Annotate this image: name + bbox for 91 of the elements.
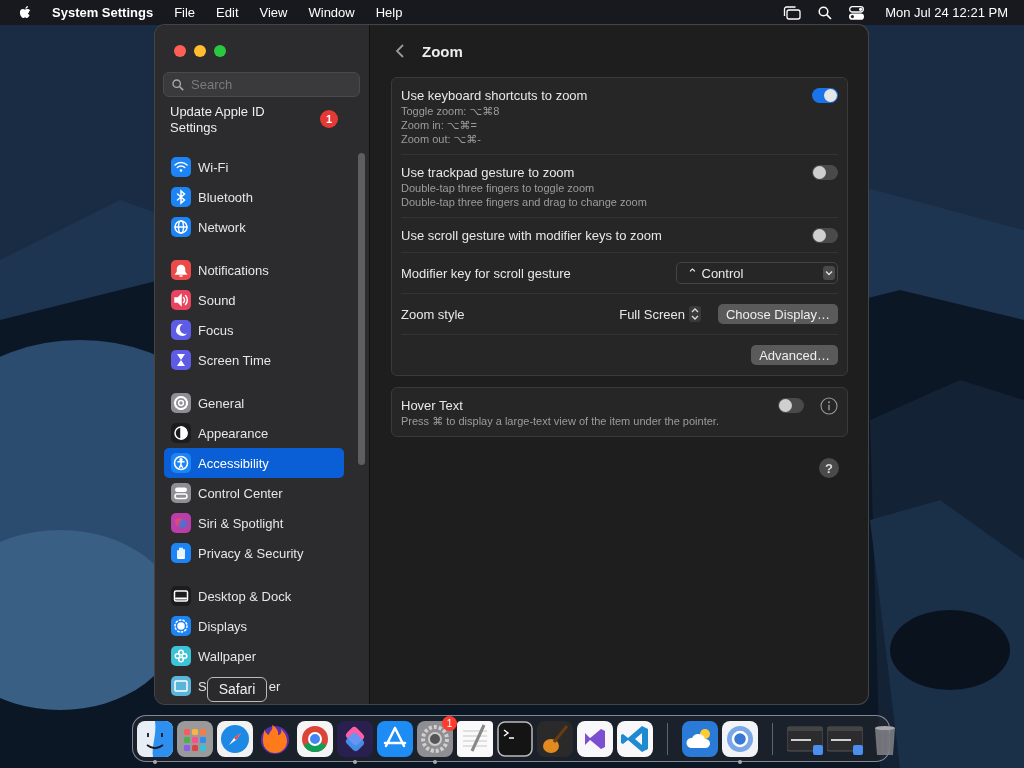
control-center-icon[interactable]: [849, 5, 865, 20]
sun-icon: [171, 616, 191, 636]
face-icon[interactable]: [137, 720, 173, 757]
setting-description: Press ⌘ to display a large-text view of the item under the pointer.: [401, 414, 720, 428]
terminal-icon[interactable]: [497, 720, 533, 757]
app-name-menu[interactable]: System Settings: [52, 5, 154, 20]
notification-badge: 1: [320, 110, 338, 128]
sidebar-item[interactable]: Wallpaper: [164, 641, 344, 671]
sidebar-item[interactable]: Control Center: [164, 478, 344, 508]
tooltip: Safari: [207, 676, 267, 702]
sidebar-item[interactable]: Privacy & Security: [164, 538, 344, 568]
back-icon[interactable]: [395, 44, 405, 58]
scrollbar-thumb[interactable]: [358, 153, 365, 465]
gear-icon: [171, 393, 191, 413]
sidebar-item[interactable]: Screen Time: [164, 345, 344, 375]
setting-description: Toggle zoom: ⌥⌘8: [401, 104, 501, 118]
setting-label: Use scroll gesture with modifier keys to zoom: [401, 227, 663, 244]
menu-item[interactable]: Help: [375, 5, 403, 20]
bluetooth-icon: [171, 187, 191, 207]
search-icon[interactable]: [818, 5, 833, 20]
toggle-switch[interactable]: [812, 228, 838, 243]
globe-icon: [171, 217, 191, 237]
page-title: Zoom: [422, 42, 463, 60]
speaker-icon: [171, 290, 191, 310]
sidebar-item[interactable]: Notifications: [164, 255, 344, 285]
sidebar-item-text[interactable]: er: [268, 678, 281, 694]
sidebar-item[interactable]: General: [164, 388, 344, 418]
clock[interactable]: Mon Jul 24 12:21 PM: [885, 5, 1008, 20]
zoom-button[interactable]: [214, 45, 226, 57]
menu-item[interactable]: File: [174, 5, 196, 20]
code-icon[interactable]: [617, 720, 653, 757]
contrast-icon: [171, 423, 191, 443]
setting-label: Zoom style: [401, 305, 466, 323]
wifi-icon: [171, 157, 191, 177]
sidebar-item[interactable]: Appearance: [164, 418, 344, 448]
sidebar-item[interactable]: Network: [164, 212, 344, 242]
sidebar-item[interactable]: Bluetooth: [164, 182, 344, 212]
setting-label: Use trackpad gesture to zoom: [401, 164, 576, 181]
moon-icon: [171, 320, 191, 340]
toggle-switch[interactable]: [778, 398, 804, 413]
notepad-icon[interactable]: [457, 720, 493, 757]
sidebar-item[interactable]: Wi-Fi: [164, 152, 344, 182]
setting-description: Double-tap three fingers and drag to change zoom: [401, 195, 648, 209]
search-icon: [172, 79, 184, 91]
setting-label: Use keyboard shortcuts to zoom: [401, 87, 589, 104]
modifier-key-dropdown[interactable]: ⌃ Control: [676, 262, 838, 284]
minimize-button[interactable]: [194, 45, 206, 57]
account-item[interactable]: Update Apple ID Settings: [170, 104, 280, 136]
setting-label: Modifier key for scroll gesture: [401, 264, 572, 282]
compass-icon[interactable]: [217, 720, 253, 757]
advanced-button[interactable]: Advanced…: [751, 345, 838, 365]
menu-item[interactable]: Window: [308, 5, 355, 20]
layers-icon[interactable]: [337, 720, 373, 757]
zoom-style-popup[interactable]: Full Screen: [619, 306, 701, 322]
ribbon-icon[interactable]: [577, 720, 613, 757]
bell-icon: [171, 260, 191, 280]
sidebar-item[interactable]: Desktop & Dock: [164, 581, 344, 611]
orb-icon: [171, 513, 191, 533]
toggles-icon: [171, 483, 191, 503]
sidebar-item[interactable]: Focus: [164, 315, 344, 345]
setting-description: Zoom out: ⌥⌘-: [401, 132, 482, 146]
setting-description: Zoom in: ⌥⌘=: [401, 118, 478, 132]
sidebar-item[interactable]: Accessibility: [164, 448, 344, 478]
setting-label: Hover Text: [401, 397, 464, 414]
setting-description: Double-tap three fingers to toggle zoom: [401, 181, 596, 195]
windows-icon[interactable]: [783, 5, 802, 20]
hourglass-icon: [171, 350, 191, 370]
chevron-icon: [823, 266, 835, 280]
screen-icon: [171, 676, 191, 696]
ring-icon[interactable]: [297, 720, 333, 757]
close-button[interactable]: [174, 45, 186, 57]
toggle-switch[interactable]: [812, 88, 838, 103]
apple-logo-icon[interactable]: [19, 5, 32, 20]
sidebar-item[interactable]: Displays: [164, 611, 344, 641]
search-field[interactable]: Search: [163, 72, 360, 97]
flower-icon: [171, 646, 191, 666]
sidebar-item[interactable]: Siri & Spotlight: [164, 508, 344, 538]
info-icon[interactable]: [820, 397, 838, 415]
accessibility-icon: [171, 453, 191, 473]
grid-icon[interactable]: [177, 720, 213, 757]
sidebar-item-text[interactable]: S: [198, 678, 207, 694]
menu-item[interactable]: View: [259, 5, 288, 20]
ring-icon[interactable]: [722, 720, 758, 757]
sidebar-item[interactable]: Sound: [164, 285, 344, 315]
choose-display-button[interactable]: Choose Display…: [717, 304, 838, 324]
cloud-icon[interactable]: [682, 720, 718, 757]
menu-item[interactable]: Edit: [216, 5, 239, 20]
toggle-switch[interactable]: [812, 165, 838, 180]
stepper-arrows-icon: [688, 306, 701, 322]
dock-icon: [171, 586, 191, 606]
help-button[interactable]: ?: [819, 458, 839, 478]
